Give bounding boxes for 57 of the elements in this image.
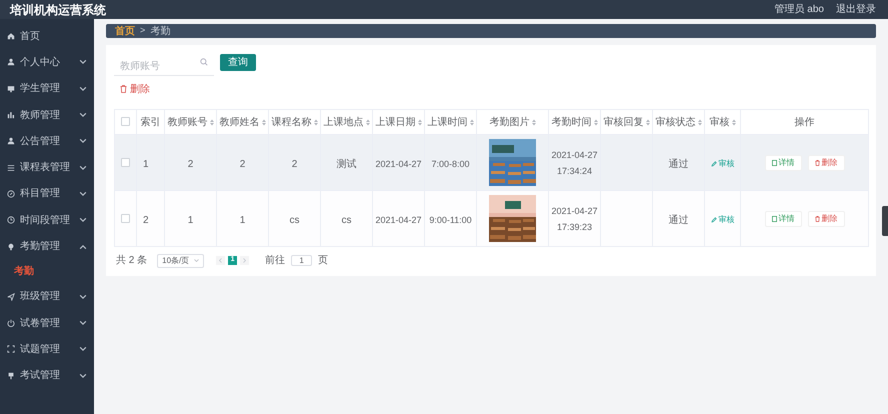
table-cell-text: 17:39:23 <box>556 220 592 234</box>
table-row[interactable]: 1 2 2 2 测试 2021-04-27 7:00-8:00 2021-04-27 17:34:24 通过 审核 详情 删除 <box>114 134 868 190</box>
search-button[interactable]: 查询 <box>220 54 256 70</box>
sidebar-item[interactable]: 学生管理 <box>0 76 94 102</box>
breadcrumb-link[interactable]: 首页 <box>115 24 135 38</box>
review-link[interactable]: 审核 <box>710 214 734 226</box>
sidebar-item[interactable]: 个人中心 <box>0 49 94 76</box>
details-button[interactable]: 详情 <box>764 210 802 226</box>
table-cell: 2 <box>240 158 246 170</box>
delete-button[interactable]: 删除 <box>808 154 844 170</box>
sidebar-item[interactable]: 班级管理 <box>0 284 94 310</box>
table-row[interactable]: 2 1 1 cs cs 2021-04-27 9:00-11:00 2021-04-27 17:39:23 通过 审核 详情 删除 <box>114 190 868 246</box>
page-size-dropdown[interactable]: 10条/页 <box>157 254 204 268</box>
sidebar-item[interactable]: 公告管理 <box>0 128 94 154</box>
table-cell: 2 <box>143 214 149 226</box>
table-cell: 9:00-11:00 <box>429 214 472 224</box>
column-header: 操作 <box>794 116 814 130</box>
sidebar-item[interactable]: 试卷管理 <box>0 310 94 336</box>
logout-link[interactable]: 退出登录 <box>836 2 876 17</box>
breadcrumb-current: 考勤 <box>150 24 170 38</box>
total-count: 共 2 条 <box>116 254 148 268</box>
table-cell-text: 17:34:24 <box>556 164 592 178</box>
table-cell: 2021-04-27 <box>375 214 422 224</box>
table-cell: 测试 <box>336 158 356 170</box>
sidebar-item[interactable]: 课程表管理 <box>0 154 94 181</box>
column-header: 索引 <box>140 116 160 130</box>
table-cell: 1 <box>240 214 246 226</box>
search-field[interactable]: 教师账号 <box>114 58 214 76</box>
sidebar-item[interactable]: 科目管理 <box>0 180 94 208</box>
sidebar-item[interactable]: 时间段管理 <box>0 207 94 234</box>
sidebar-item[interactable]: 首页 <box>0 23 94 50</box>
breadcrumb-separator: > <box>140 24 146 38</box>
sidebar-item[interactable]: 试题管理 <box>0 336 94 363</box>
sidebar-subitem[interactable]: 考勤 <box>0 260 94 284</box>
table-cell: 通过 <box>668 158 688 170</box>
delete-button[interactable]: 删除 <box>808 210 844 226</box>
table-cell: 1 <box>143 158 149 170</box>
table-cell: 7:00-8:00 <box>431 158 470 168</box>
table-cell: 通过 <box>668 214 688 226</box>
details-button[interactable]: 详情 <box>764 154 802 170</box>
user-label: 管理员 abo <box>774 3 824 17</box>
delete-button[interactable]: 删除 <box>120 81 150 97</box>
goto-label: 前往 <box>265 254 286 268</box>
table-cell: cs <box>342 214 352 226</box>
sidebar-item[interactable]: 教师管理 <box>0 102 94 128</box>
table-cell: 2 <box>292 158 298 170</box>
sidebar-item[interactable]: 考试管理 <box>0 362 94 389</box>
table-cell: 2 <box>188 158 194 170</box>
app-title: 培训机构运营系统 <box>10 2 106 18</box>
page-input[interactable]: 1 <box>291 255 312 266</box>
sidebar-item[interactable]: 考勤管理 <box>0 233 94 260</box>
table-cell-text: 2021-04-27 <box>551 148 598 162</box>
table-cell: 2021-04-27 <box>375 158 422 168</box>
table-cell-text: 2021-04-27 <box>551 204 598 218</box>
table-cell: 1 <box>188 214 194 226</box>
table-cell: cs <box>290 214 300 226</box>
page-suffix: 页 <box>318 254 328 268</box>
